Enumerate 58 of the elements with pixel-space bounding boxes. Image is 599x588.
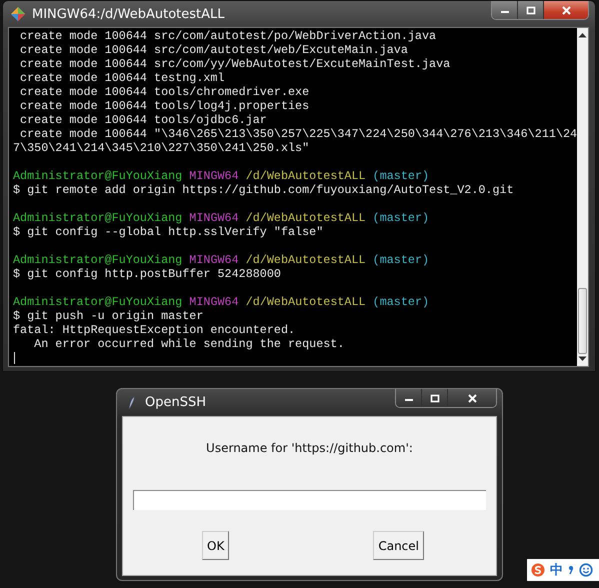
maximize-button[interactable] (518, 1, 544, 19)
ime-mode-label[interactable]: 中 (550, 561, 563, 579)
close-icon (466, 394, 478, 402)
terminal-line: create mode 100644 "\346\265\213\350\257\225\347\224\250\344\276\213\346\211\24 (19, 127, 578, 141)
terminal-line: create mode 100644 tools/ojdbc6.jar (19, 113, 268, 127)
terminal-line: $ git push -u origin master (13, 309, 204, 323)
cancel-button[interactable]: Cancel (373, 531, 424, 560)
prompt-host: MINGW64 (189, 253, 239, 267)
dialog-title: OpenSSH (145, 395, 208, 410)
diamond-logo-icon (10, 6, 26, 22)
comma-icon[interactable] (568, 565, 574, 575)
scroll-up-icon[interactable] (578, 32, 588, 38)
terminal-line: $ git config --global http.sslVerify "false" (13, 225, 324, 239)
prompt-host: MINGW64 (189, 295, 239, 309)
terminal-line: fatal: HttpRequestException encountered. (13, 323, 296, 337)
terminal-line: create mode 100644 testng.xml (19, 71, 226, 85)
terminal-line: $ git config http.postBuffer 524288000 (13, 267, 282, 281)
username-prompt: Username for 'https://github.com': (206, 441, 413, 455)
maximize-button[interactable] (422, 389, 448, 407)
smiley-icon[interactable] (579, 563, 593, 577)
prompt-path: /d/WebAutotestALL (246, 295, 366, 309)
maximize-icon (430, 394, 440, 402)
prompt-branch: (master) (372, 253, 430, 267)
terminal-line: 7\350\241\214\345\210\227\350\241\250.xls" (13, 141, 310, 155)
prompt-user: Administrator@FuYouXiang (13, 211, 182, 225)
minimize-button[interactable] (492, 1, 518, 19)
close-icon (560, 6, 572, 14)
terminal-line: create mode 100644 tools/log4j.properties (19, 99, 310, 113)
terminal-line: create mode 100644 src/com/autotest/po/WebDriverAction.java (19, 29, 438, 43)
prompt-user: Administrator@FuYouXiang (13, 295, 182, 309)
window-title: MINGW64:/d/WebAutotestALL (32, 6, 226, 22)
terminal-line: $ git remote add origin https://github.com/fuyouxiang/AutoTest_V2.0.git (13, 183, 515, 197)
minimize-button[interactable] (396, 389, 422, 407)
prompt-user: Administrator@FuYouXiang (13, 253, 182, 267)
scroll-thumb[interactable] (578, 288, 587, 354)
prompt-user: Administrator@FuYouXiang (13, 169, 182, 183)
prompt-path: /d/WebAutotestALL (246, 253, 366, 267)
terminal-line: An error occurred while sending the request. (33, 337, 346, 351)
close-button[interactable] (544, 1, 588, 19)
prompt-host: MINGW64 (189, 169, 239, 183)
scroll-down-icon[interactable] (578, 356, 588, 362)
prompt-branch: (master) (372, 169, 430, 183)
prompt-path: /d/WebAutotestALL (246, 169, 366, 183)
ok-button[interactable]: OK (202, 531, 230, 560)
username-field[interactable] (133, 490, 486, 510)
prompt-branch: (master) (372, 211, 430, 225)
s-logo-icon (531, 563, 545, 577)
prompt-host: MINGW64 (189, 211, 239, 225)
close-button[interactable] (448, 389, 496, 407)
prompt-branch: (master) (372, 295, 430, 309)
scrollbar[interactable] (577, 28, 588, 366)
text-cursor (14, 352, 15, 364)
terminal-line: create mode 100644 tools/chromedriver.exe (19, 85, 310, 99)
maximize-icon (526, 6, 536, 14)
terminal-line: create mode 100644 src/com/yy/WebAutotest/ExcuteMainTest.java (19, 57, 452, 71)
terminal-line: create mode 100644 src/com/autotest/web/ExcuteMain.java (19, 43, 409, 57)
prompt-path: /d/WebAutotestALL (246, 211, 366, 225)
feather-icon (128, 396, 136, 410)
